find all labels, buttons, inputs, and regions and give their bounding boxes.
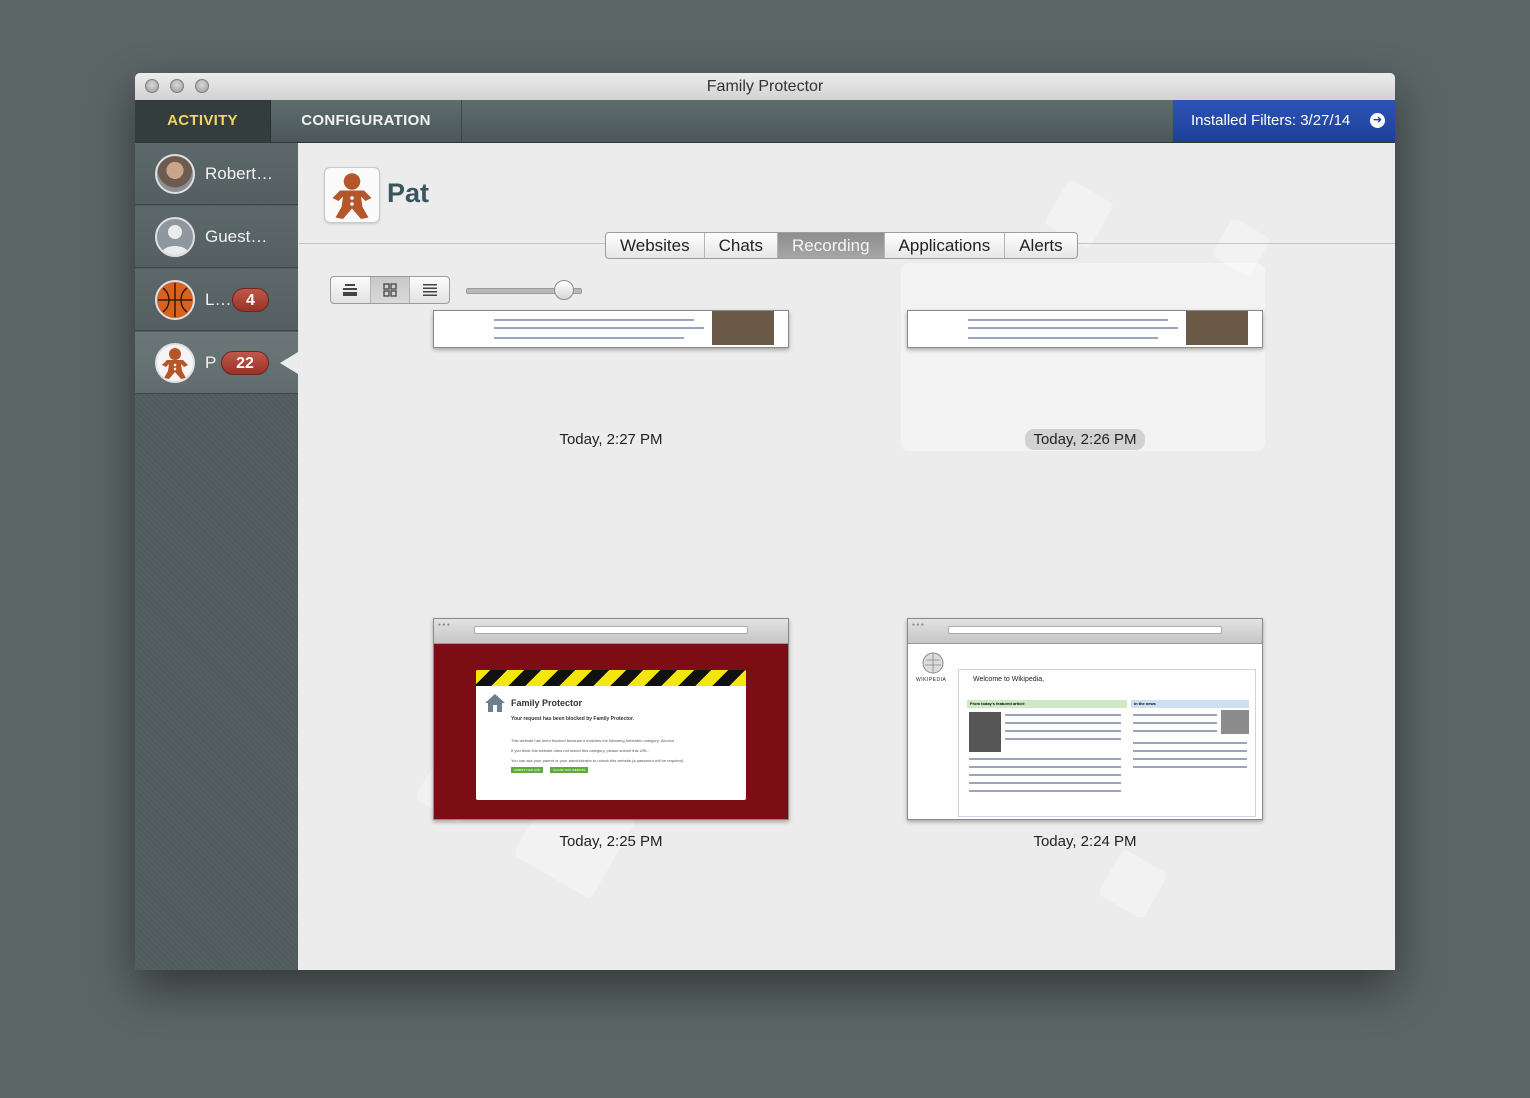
- user-name: L…: [205, 290, 232, 309]
- recording-thumbnail-4[interactable]: ● ● ● WIKIPEDIA Welcome to Wikipedia, Fr…: [907, 618, 1263, 820]
- stack-view-icon: [343, 284, 358, 296]
- activity-count-badge: 22: [221, 351, 269, 375]
- blocked-unlock-text: You can ask your parent or your administ…: [511, 758, 685, 763]
- sidebar-user-l[interactable]: L… 4: [135, 269, 298, 331]
- app-window: Family Protector ACTIVITY CONFIGURATION …: [135, 73, 1395, 970]
- segment-websites[interactable]: Websites: [606, 233, 705, 258]
- avatar-gingerbread: [155, 343, 195, 383]
- avatar-basketball: [155, 280, 195, 320]
- wiki-welcome: Welcome to Wikipedia,: [973, 676, 1045, 683]
- blocked-url-text: If you think this website does not match…: [511, 748, 649, 753]
- basketball-icon: [158, 283, 192, 317]
- list-view-button[interactable]: [410, 277, 449, 303]
- cover-flow-view-button[interactable]: [331, 277, 371, 303]
- thumbnail-size-slider[interactable]: [466, 280, 582, 300]
- wiki-featured: From today's featured article: [967, 700, 1127, 708]
- blocked-category-text: This website has been blocked because it…: [511, 738, 674, 743]
- installed-filters-label: Installed Filters: 3/27/14: [1191, 112, 1351, 129]
- installed-filters-button[interactable]: Installed Filters: 3/27/14 ➜: [1173, 100, 1395, 142]
- segment-chats[interactable]: Chats: [705, 233, 779, 258]
- background-cube: [1097, 848, 1169, 920]
- window-title: Family Protector: [706, 78, 824, 95]
- profile-avatar: [324, 167, 380, 223]
- wikipedia-brand: WIKIPEDIA: [916, 677, 947, 683]
- list-view-icon: [422, 284, 437, 296]
- avatar-guest: [155, 217, 195, 257]
- profile-name: Pat: [387, 178, 430, 208]
- blocked-brand: Family Protector: [511, 698, 583, 708]
- activity-segmented-control: Websites Chats Recording Applications Al…: [605, 232, 1078, 259]
- blocked-heading: Your request has been blocked by Family …: [511, 716, 634, 722]
- slider-knob[interactable]: [553, 280, 574, 300]
- recording-time-4: Today, 2:24 PM: [1033, 833, 1137, 850]
- recording-time-3: Today, 2:25 PM: [559, 833, 663, 850]
- sidebar-user-p[interactable]: P 22: [135, 332, 298, 394]
- user-name: Robert…: [205, 164, 274, 183]
- recording-thumbnail-2[interactable]: [907, 310, 1263, 348]
- selection-pointer: [280, 352, 298, 374]
- submit-link-button: SUBMIT THIS LINK: [511, 767, 544, 773]
- title-bar: Family Protector: [135, 73, 1395, 101]
- recording-thumbnail-3[interactable]: ● ● ● Family Protector Your request has …: [433, 618, 789, 820]
- recording-time-2: Today, 2:26 PM: [955, 429, 1215, 450]
- segment-recording[interactable]: Recording: [778, 233, 885, 258]
- arrow-right-icon: ➜: [1370, 113, 1385, 128]
- allow-website-button: ALLOW THIS WEBSITE: [550, 767, 589, 773]
- avatar-robert: [155, 154, 195, 194]
- grid-view-icon: [383, 283, 397, 297]
- selected-recording-highlight: [901, 263, 1265, 451]
- activity-count-badge: 4: [232, 288, 269, 312]
- user-name: Guest…: [205, 227, 268, 246]
- gingerbread-man-icon: [162, 348, 188, 379]
- segment-applications[interactable]: Applications: [885, 233, 1006, 258]
- recording-thumbnail-1[interactable]: [433, 310, 789, 348]
- tab-activity[interactable]: ACTIVITY: [135, 100, 271, 142]
- view-mode-control: [330, 276, 450, 304]
- segment-alerts[interactable]: Alerts: [1005, 233, 1076, 258]
- sidebar-user-guest[interactable]: Guest…: [135, 206, 298, 268]
- user-name: P: [205, 353, 217, 372]
- grid-view-button[interactable]: [370, 277, 411, 303]
- wiki-news: In the news: [1131, 700, 1249, 708]
- recording-time-1: Today, 2:27 PM: [559, 431, 663, 448]
- sidebar-user-robert[interactable]: Robert…: [135, 143, 298, 205]
- house-icon: [485, 694, 505, 712]
- main-content: Pat Websites Chats Recording Application…: [299, 143, 1395, 970]
- user-sidebar: Robert… Guest… L… 4 P 22: [135, 143, 298, 970]
- person-silhouette-icon: [161, 225, 189, 255]
- top-tab-bar: ACTIVITY CONFIGURATION Installed Filters…: [135, 100, 1395, 143]
- gingerbread-man-icon: [332, 173, 372, 219]
- tab-configuration[interactable]: CONFIGURATION: [271, 100, 462, 142]
- wikipedia-globe-icon: [922, 652, 944, 674]
